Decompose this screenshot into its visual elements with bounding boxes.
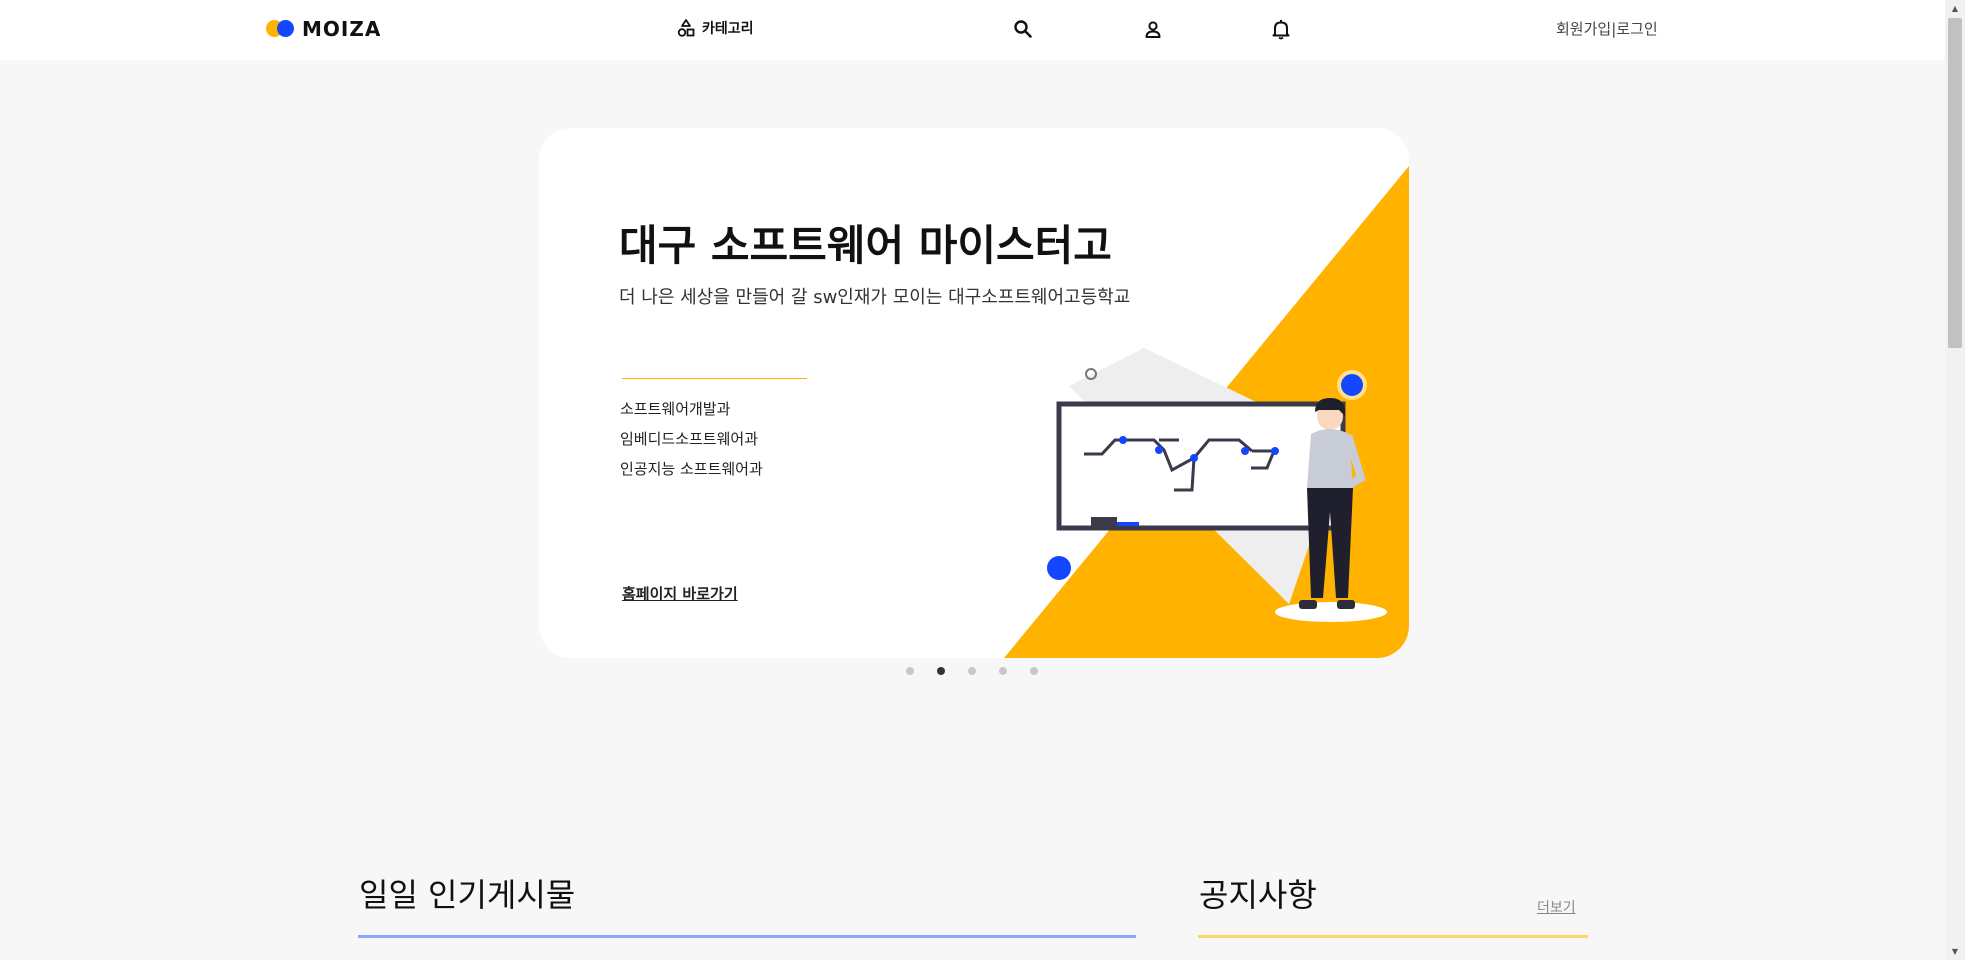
carousel-dot[interactable] bbox=[968, 667, 976, 675]
notice-more-link[interactable]: 더보기 bbox=[1537, 897, 1576, 917]
page-scrollbar[interactable]: ▲ ▼ bbox=[1945, 0, 1965, 960]
category-label: 카테고리 bbox=[702, 21, 754, 37]
department-item: 인공지능 소프트웨어과 bbox=[620, 460, 763, 478]
popular-posts-underline bbox=[358, 935, 1136, 938]
auth-links: 회원가입|로그인 bbox=[1556, 18, 1658, 39]
logo-text: MOIZA bbox=[302, 17, 382, 41]
search-icon bbox=[1014, 20, 1032, 38]
popular-posts-title: 일일 인기게시물 bbox=[359, 876, 576, 914]
search-button[interactable] bbox=[1010, 16, 1036, 42]
notification-button[interactable] bbox=[1268, 16, 1294, 42]
notice-title: 공지사항 bbox=[1199, 876, 1317, 914]
bell-icon bbox=[1272, 20, 1290, 40]
scroll-down-arrow-icon[interactable]: ▼ bbox=[1945, 943, 1965, 960]
hero-title: 대구 소프트웨어 마이스터고 bbox=[619, 221, 1112, 270]
carousel-dot-active[interactable] bbox=[937, 667, 945, 675]
hero-subtitle: 더 나은 세상을 만들어 갈 sw인재가 모이는 대구소프트웨어고등학교 bbox=[619, 287, 1131, 308]
carousel-pagination bbox=[906, 667, 1038, 675]
hero-banner-card: 대구 소프트웨어 마이스터고 더 나은 세상을 만들어 갈 sw인재가 모이는 … bbox=[539, 128, 1409, 658]
shapes-icon bbox=[677, 19, 695, 37]
carousel-dot[interactable] bbox=[1030, 667, 1038, 675]
top-header: MOIZA 카테고리 회원가입|로그인 bbox=[0, 0, 1945, 60]
hero-illustration bbox=[1004, 166, 1409, 658]
category-menu-button[interactable]: 카테고리 bbox=[676, 18, 754, 38]
carousel-dot[interactable] bbox=[999, 667, 1007, 675]
homepage-link[interactable]: 홈페이지 바로가기 bbox=[622, 583, 738, 604]
profile-button[interactable] bbox=[1140, 16, 1166, 42]
user-icon bbox=[1145, 21, 1161, 38]
hero-divider bbox=[622, 378, 807, 379]
signup-link[interactable]: 회원가입 bbox=[1556, 20, 1611, 38]
carousel-dot[interactable] bbox=[906, 667, 914, 675]
login-link[interactable]: 로그인 bbox=[1616, 20, 1657, 38]
department-item: 임베디드소프트웨어과 bbox=[620, 430, 759, 448]
department-item: 소프트웨어개발과 bbox=[620, 400, 731, 418]
notice-underline bbox=[1198, 935, 1588, 938]
logo-mark-icon bbox=[266, 18, 296, 40]
scrollbar-thumb[interactable] bbox=[1948, 18, 1962, 348]
logo[interactable]: MOIZA bbox=[266, 16, 381, 42]
scroll-up-arrow-icon[interactable]: ▲ bbox=[1945, 0, 1965, 17]
